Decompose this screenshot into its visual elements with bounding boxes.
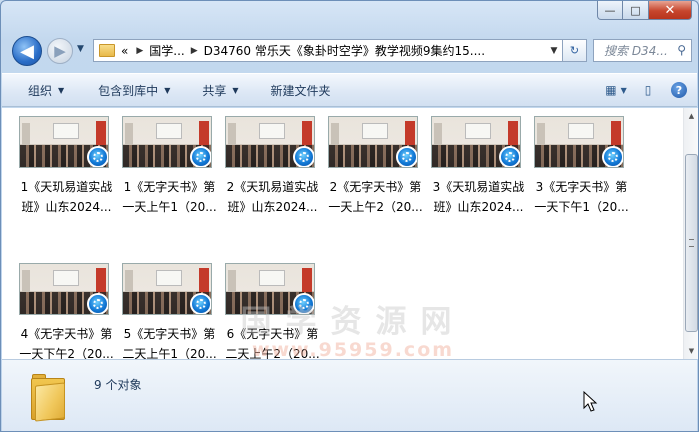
breadcrumb-guoxue[interactable]: 国学... xyxy=(149,42,184,59)
share-label: 共享 xyxy=(202,83,227,98)
file-name: 3《无字天书》第 一天下午1（20... xyxy=(534,180,629,214)
maximize-button[interactable]: □ xyxy=(623,1,649,20)
toolbar-right: ▦ ▼ ▯ ? xyxy=(605,82,697,98)
address-dropdown-icon[interactable]: ▼ xyxy=(546,46,562,56)
video-thumbnail xyxy=(328,116,418,168)
file-tile[interactable]: 3《天玑易道实战 班》山东2024... xyxy=(427,116,530,217)
caption-buttons: — □ ✕ xyxy=(597,1,692,20)
view-options-icon[interactable]: ▦ ▼ xyxy=(605,82,627,98)
video-player-icon xyxy=(602,146,623,167)
vertical-scrollbar[interactable]: ▲ ▼ xyxy=(683,108,698,359)
file-tile[interactable]: 2《天玑易道实战 班》山东2024... xyxy=(221,116,324,217)
video-thumbnail xyxy=(19,116,109,168)
share-menu[interactable]: 共享 ▼ xyxy=(180,74,248,106)
breadcrumb-current-folder[interactable]: D34760 常乐天《象卦时空学》教学视频9集约15.... xyxy=(204,42,485,59)
back-button[interactable]: ◀ xyxy=(12,36,42,66)
explorer-window: — □ ✕ ◀ ▶ ▼ « ▶ 国学... ▶ D34760 常乐天《象卦时空学… xyxy=(0,0,699,432)
file-name: 3《天玑易道实战 班》山东2024... xyxy=(432,180,525,214)
address-bar[interactable]: « ▶ 国学... ▶ D34760 常乐天《象卦时空学》教学视频9集约15..… xyxy=(93,39,563,62)
video-thumbnail xyxy=(122,263,212,315)
forward-button[interactable]: ▶ xyxy=(47,38,73,64)
scrollbar-thumb[interactable] xyxy=(685,154,698,332)
new-folder-button[interactable]: 新建文件夹 xyxy=(249,74,341,106)
chevron-down-icon: ▼ xyxy=(58,85,65,95)
chevron-down-icon: ▼ xyxy=(164,85,171,95)
video-thumbnail xyxy=(431,116,521,168)
search-input[interactable]: 搜索 D34... ⚲ xyxy=(593,39,692,62)
file-tile[interactable]: 4《无字天书》第 一天下午2（20... xyxy=(15,263,118,364)
video-player-icon xyxy=(190,293,211,314)
video-thumbnail xyxy=(225,263,315,315)
file-tile[interactable]: 2《无字天书》第 一天上午2（20... xyxy=(324,116,427,217)
video-thumbnail xyxy=(225,116,315,168)
help-icon[interactable]: ? xyxy=(671,82,687,98)
video-player-icon xyxy=(293,146,314,167)
file-tile[interactable]: 5《无字天书》第 二天上午1（20... xyxy=(118,263,221,364)
chevron-right-icon[interactable]: ▶ xyxy=(191,46,198,56)
video-player-icon xyxy=(87,146,108,167)
command-bar: 组织 ▼ 包含到库中 ▼ 共享 ▼ 新建文件夹 ▦ ▼ ▯ ? xyxy=(2,73,697,107)
mouse-cursor-icon xyxy=(583,390,598,412)
video-player-icon xyxy=(396,146,417,167)
video-thumbnail xyxy=(19,263,109,315)
file-tile[interactable]: 6《无字天书》第 二天上午2（20... xyxy=(221,263,324,364)
file-name: 5《无字天书》第 二天上午1（20... xyxy=(122,327,217,361)
navigation-bar: ◀ ▶ ▼ « ▶ 国学... ▶ D34760 常乐天《象卦时空学》教学视频9… xyxy=(9,35,692,67)
search-icon[interactable]: ⚲ xyxy=(677,43,686,57)
file-name: 6《无字天书》第 二天上午2（20... xyxy=(225,327,320,361)
video-player-icon xyxy=(499,146,520,167)
close-button[interactable]: ✕ xyxy=(649,1,692,20)
preview-pane-icon[interactable]: ▯ xyxy=(639,82,657,98)
video-thumbnail xyxy=(122,116,212,168)
recent-pages-dropdown[interactable]: ▼ xyxy=(77,44,84,54)
file-list-area[interactable]: 1《天玑易道实战 班》山东2024... 1《无字天书》第 一天上午1（20... … xyxy=(2,108,683,361)
video-player-icon xyxy=(87,293,108,314)
video-player-icon xyxy=(293,293,314,314)
include-library-label: 包含到库中 xyxy=(98,83,159,98)
folder-icon xyxy=(31,374,65,422)
file-tile[interactable]: 1《无字天书》第 一天上午1（20... xyxy=(118,116,221,217)
include-in-library-menu[interactable]: 包含到库中 ▼ xyxy=(74,74,180,106)
organize-menu[interactable]: 组织 ▼ xyxy=(2,74,74,106)
scroll-up-icon[interactable]: ▲ xyxy=(686,112,697,120)
minimize-button[interactable]: — xyxy=(597,1,623,20)
scroll-down-icon[interactable]: ▼ xyxy=(686,347,697,355)
video-thumbnail xyxy=(534,116,624,168)
folder-icon xyxy=(99,44,115,57)
file-name: 2《无字天书》第 一天上午2（20... xyxy=(328,180,423,214)
new-folder-label: 新建文件夹 xyxy=(270,83,331,98)
file-tile[interactable]: 3《无字天书》第 一天下午1（20... xyxy=(530,116,633,217)
video-player-icon xyxy=(190,146,211,167)
file-name: 1《无字天书》第 一天上午1（20... xyxy=(122,180,217,214)
refresh-button[interactable]: ↻ xyxy=(563,39,587,62)
organize-label: 组织 xyxy=(28,83,53,98)
breadcrumb-overflow[interactable]: « xyxy=(121,44,128,58)
item-count: 9 个对象 xyxy=(94,378,142,392)
file-name: 1《天玑易道实战 班》山东2024... xyxy=(20,180,113,214)
file-name: 2《天玑易道实战 班》山东2024... xyxy=(226,180,319,214)
file-name: 4《无字天书》第 一天下午2（20... xyxy=(19,327,114,361)
file-tile[interactable]: 1《天玑易道实战 班》山东2024... xyxy=(15,116,118,217)
search-placeholder: 搜索 D34... xyxy=(604,44,668,58)
chevron-down-icon: ▼ xyxy=(232,85,239,95)
chevron-right-icon[interactable]: ▶ xyxy=(136,46,143,56)
